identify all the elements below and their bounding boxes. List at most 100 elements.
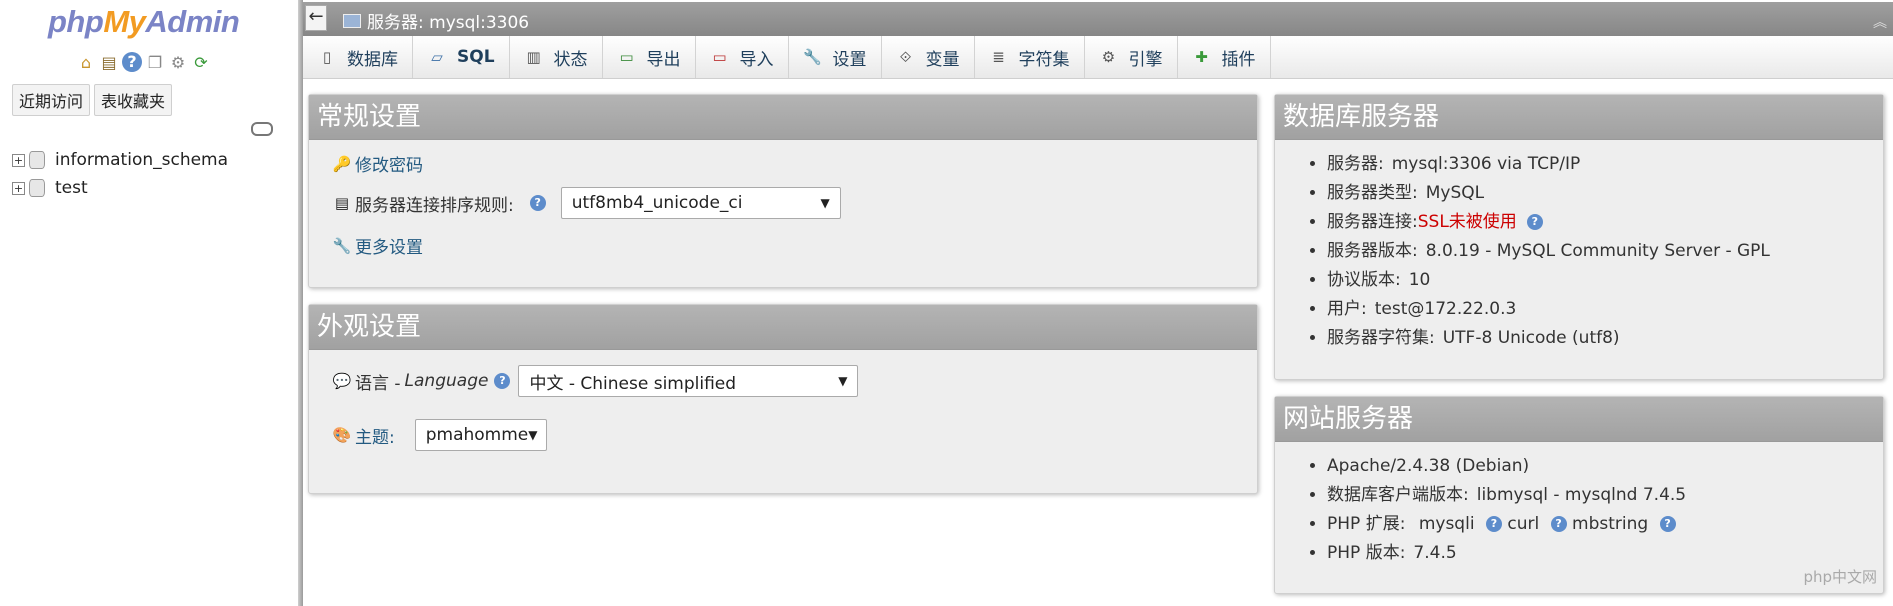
collation-select[interactable]: utf8mb4_unicode_ci ▼	[560, 187, 841, 219]
info-value: 10	[1408, 270, 1431, 290]
list-item: 用户: test@172.22.0.3	[1327, 295, 1883, 324]
breadcrumb-server[interactable]: 服务器: mysql:3306	[343, 8, 529, 33]
change-password-label: 修改密码	[355, 156, 423, 176]
variables-icon: ⟐	[899, 48, 912, 66]
appearance-settings-panel: 外观设置 💬 语言 - Language ? 中文 - Chinese simp…	[308, 304, 1258, 494]
server-icon	[343, 13, 361, 28]
chevron-up-icon[interactable]: ︽	[1873, 12, 1887, 32]
logo-admin: Admin	[145, 4, 240, 39]
language-select[interactable]: 中文 - Chinese simplified ▼	[518, 365, 859, 397]
theme-row: 🎨 主题: pmahomme ▼	[333, 419, 547, 451]
collapse-nav-button[interactable]: ←	[305, 5, 327, 31]
reload-icon[interactable]: ⟳	[191, 52, 211, 72]
phpmyadmin-logo[interactable]: phpMyAdmin	[48, 4, 240, 40]
database-name[interactable]: information_schema	[55, 150, 228, 170]
expand-icon[interactable]: +	[12, 153, 25, 167]
info-value: libmysql - mysqlnd 7.4.5	[1476, 485, 1687, 505]
wrench-icon: 🔧	[332, 236, 352, 255]
home-icon[interactable]: ⌂	[76, 52, 96, 72]
language-label: 语言 -	[355, 373, 401, 394]
list-item: 服务器类型: MySQL	[1327, 179, 1883, 208]
help-icon[interactable]: ?	[1550, 516, 1567, 532]
list-item: 服务器: mysql:3306 via TCP/IP	[1327, 150, 1883, 179]
nav-icon-bar: ⌂ ▤ ? ❐ ⚙ ⟳	[76, 52, 211, 72]
info-value: mysql:3306 via TCP/IP	[1391, 154, 1581, 174]
tab-status[interactable]: ▥ 状态	[510, 36, 603, 78]
tab-charsets[interactable]: ≣ 字符集	[975, 36, 1085, 78]
help-icon[interactable]: ?	[529, 195, 546, 211]
info-label: 协议版本:	[1327, 270, 1401, 290]
expand-icon[interactable]: +	[12, 181, 25, 195]
tab-import[interactable]: ▭ 导入	[696, 36, 789, 78]
key-icon: 🔑	[332, 154, 352, 173]
chevron-down-icon: ▼	[528, 428, 538, 442]
tab-label: 导入	[739, 49, 774, 70]
tab-label: 状态	[553, 49, 588, 70]
tab-engines[interactable]: ⚙ 引擎	[1085, 36, 1178, 78]
link-with-main-icon[interactable]	[251, 122, 273, 136]
tab-settings[interactable]: 🔧 设置	[789, 36, 882, 78]
logo-php: php	[48, 4, 104, 39]
recent-tables-button[interactable]: 近期访问	[12, 84, 91, 116]
tab-databases[interactable]: ▯ 数据库	[303, 36, 413, 78]
chevron-down-icon: ▼	[820, 196, 830, 210]
help-icon[interactable]: ?	[122, 52, 142, 72]
settings-icon[interactable]: ⚙	[168, 52, 188, 72]
info-value: 7.4.5	[1413, 543, 1457, 563]
info-label: 服务器类型:	[1327, 183, 1418, 203]
more-settings-link[interactable]: 🔧 更多设置	[332, 233, 423, 259]
tab-plugins[interactable]: ✚ 插件	[1178, 36, 1271, 78]
collation-row: ▤ 服务器连接排序规则: ? utf8mb4_unicode_ci ▼	[333, 187, 841, 219]
info-label: PHP 扩展:	[1327, 514, 1406, 534]
language-row: 💬 语言 - Language ? 中文 - Chinese simplifie…	[333, 365, 859, 397]
sql-icon: ▱	[431, 48, 443, 66]
database-item-test[interactable]: + test	[12, 174, 228, 202]
plugin-icon: ✚	[1195, 48, 1208, 66]
list-item: 服务器连接:SSL未被使用?	[1327, 208, 1883, 237]
tab-label: 引擎	[1128, 49, 1163, 70]
database-item-information-schema[interactable]: + information_schema	[12, 146, 228, 174]
help-icon[interactable]: ?	[1485, 516, 1502, 532]
theme-select[interactable]: pmahomme ▼	[414, 419, 547, 451]
tab-variables[interactable]: ⟐ 变量	[882, 36, 975, 78]
server-breadcrumb-bar: ← 服务器: mysql:3306 ︽	[303, 2, 1893, 36]
database-icon: ▯	[322, 48, 332, 66]
nav-resize-handle[interactable]	[298, 0, 303, 606]
tab-label: 导出	[646, 49, 681, 70]
panel-title: 数据库服务器	[1275, 95, 1883, 140]
tab-sql[interactable]: ▱ SQL	[413, 36, 510, 78]
logo-my: My	[103, 4, 146, 39]
theme-value: pmahomme	[425, 425, 529, 445]
info-label: 服务器:	[1327, 154, 1384, 174]
help-icon[interactable]: ?	[1526, 214, 1543, 230]
list-item: 协议版本: 10	[1327, 266, 1883, 295]
info-value: 8.0.19 - MySQL Community Server - GPL	[1425, 241, 1770, 261]
collation-icon: ▤	[334, 194, 350, 212]
database-server-info: 服务器: mysql:3306 via TCP/IP 服务器类型: MySQL 服务…	[1275, 150, 1883, 353]
list-item: 服务器字符集: UTF-8 Unicode (utf8)	[1327, 324, 1883, 353]
tab-label: 字符集	[1018, 49, 1070, 70]
change-password-link[interactable]: 🔑 修改密码	[332, 151, 423, 177]
help-icon[interactable]: ?	[1659, 516, 1676, 532]
list-item: 数据库客户端版本: libmysql - mysqlnd 7.4.5	[1327, 481, 1883, 510]
tab-export[interactable]: ▭ 导出	[603, 36, 696, 78]
language-label-english: Language	[404, 371, 489, 391]
list-item: 服务器版本: 8.0.19 - MySQL Community Server - …	[1327, 237, 1883, 266]
database-tree: + information_schema + test	[12, 146, 228, 202]
theme-label: 主题:	[355, 427, 395, 448]
more-settings-label: 更多设置	[355, 238, 423, 258]
engine-icon: ⚙	[1101, 48, 1116, 66]
php-extension: mysqli	[1418, 514, 1475, 534]
database-icon	[29, 179, 45, 197]
nav-tabs: 近期访问 表收藏夹	[12, 84, 173, 116]
info-label: 用户:	[1327, 299, 1367, 319]
info-value: test@172.22.0.3	[1374, 299, 1517, 319]
exit-icon[interactable]: ▤	[99, 52, 119, 72]
info-label: PHP 版本:	[1327, 543, 1406, 563]
docs-icon[interactable]: ❐	[145, 52, 165, 72]
ssl-status: SSL未被使用	[1417, 212, 1517, 232]
database-name[interactable]: test	[55, 178, 88, 198]
favorite-tables-button[interactable]: 表收藏夹	[94, 84, 173, 116]
help-icon[interactable]: ?	[494, 373, 511, 389]
export-icon: ▭	[619, 48, 634, 66]
